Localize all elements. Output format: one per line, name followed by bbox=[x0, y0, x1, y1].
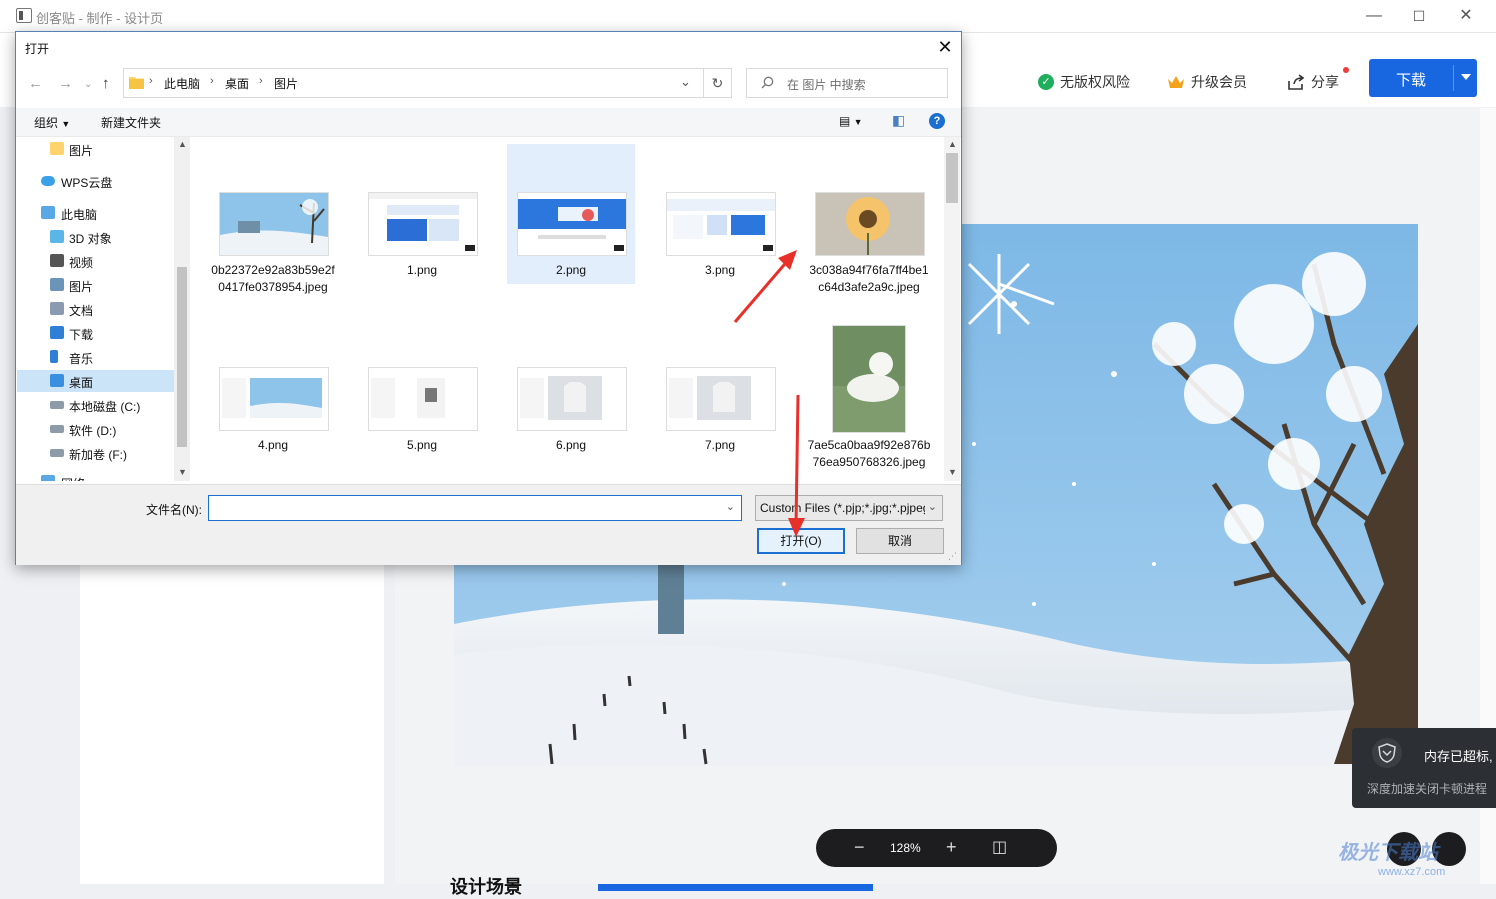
annotation-arrow bbox=[733, 257, 792, 323]
arrowhead-icon bbox=[788, 518, 805, 537]
annotation-arrows bbox=[733, 250, 805, 537]
annotation-arrow bbox=[794, 394, 800, 528]
